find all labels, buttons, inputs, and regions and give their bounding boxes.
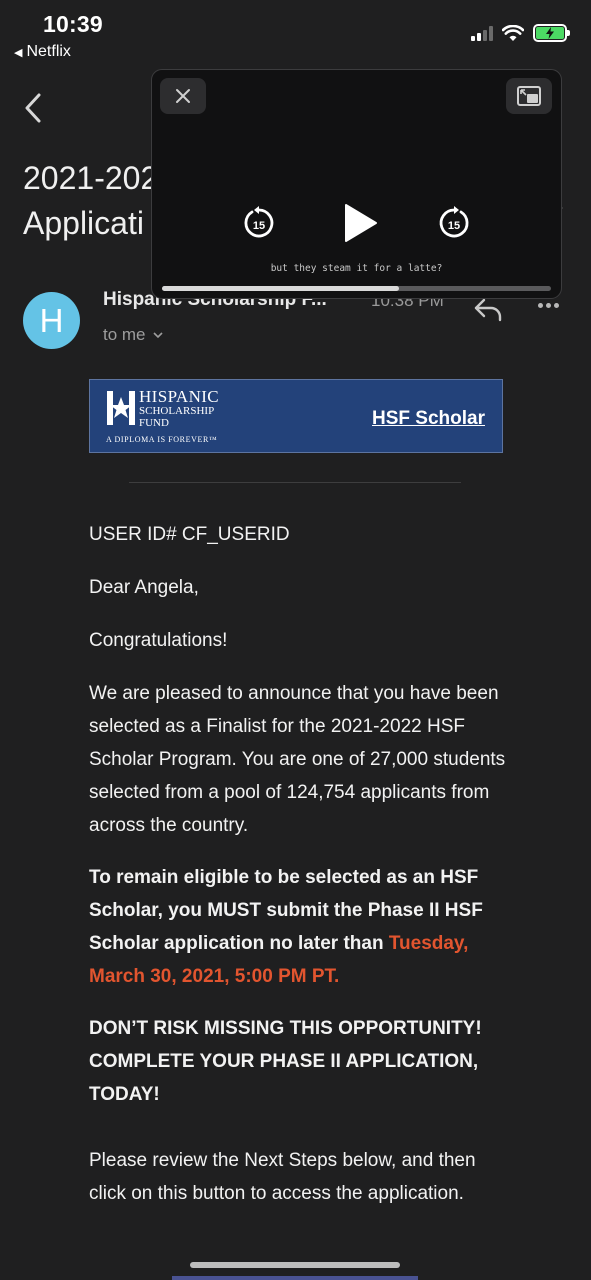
- user-id: USER ID# CF_USERID: [89, 524, 290, 545]
- playback-progress-fill: [162, 286, 400, 291]
- back-app-label: Netflix: [26, 43, 71, 60]
- subtitle-caption: but they steam it for a latte?: [270, 263, 443, 274]
- greeting: Dear Angela,: [89, 577, 199, 598]
- pip-video-player[interactable]: 15 15 but they steam it for a latte?: [151, 69, 562, 299]
- skip-back-label: 15: [253, 220, 265, 232]
- status-icons: [471, 24, 570, 42]
- subject-line-1: 2021-202: [23, 160, 153, 196]
- playback-progress-bar[interactable]: [162, 286, 551, 291]
- pip-restore-icon: [517, 86, 541, 106]
- congrats-text: Congratulations!: [89, 630, 228, 651]
- next-steps-paragraph: Please review the Next Steps below, and …: [89, 1150, 476, 1204]
- pip-expand-button[interactable]: [506, 78, 552, 114]
- skip-back-15-icon: 15: [244, 206, 274, 238]
- pip-close-button[interactable]: [160, 78, 206, 114]
- hsf-scholar-link[interactable]: HSF Scholar: [372, 408, 485, 430]
- status-time: 10:39: [43, 11, 103, 37]
- urgent-paragraph: DON’T RISK MISSING THIS OPPORTUNITY! COM…: [89, 1018, 482, 1105]
- play-icon: [345, 204, 377, 242]
- wifi-icon: [502, 24, 524, 41]
- hsf-banner[interactable]: HISPANIC SCHOLARSHIP FUND A DIPLOMA IS F…: [89, 379, 503, 453]
- org-line-3: FUND: [139, 417, 169, 429]
- recipient-label: to me: [103, 325, 146, 344]
- more-options-icon[interactable]: [538, 303, 559, 308]
- skip-forward-label: 15: [448, 220, 460, 232]
- announcement-paragraph: We are pleased to announce that you have…: [89, 683, 506, 836]
- close-icon: [176, 89, 190, 103]
- hsf-tagline: A DIPLOMA IS FOREVER™: [106, 435, 218, 444]
- bottom-accent-line: [172, 1276, 418, 1280]
- hsf-logo-icon: [107, 391, 135, 425]
- divider: [129, 482, 461, 483]
- back-triangle-icon: ◀: [14, 46, 23, 59]
- recipient-details[interactable]: to me: [103, 325, 163, 345]
- skip-back-button[interactable]: 15: [243, 206, 275, 240]
- skip-forward-button[interactable]: 15: [438, 206, 470, 240]
- email-subject: 2021-202 Applicati: [23, 156, 153, 246]
- battery-icon: [533, 24, 570, 42]
- cellular-signal-icon: [471, 25, 493, 41]
- hsf-wordmark: HISPANIC SCHOLARSHIP FUND: [139, 387, 220, 429]
- subject-line-2: Applicati: [23, 205, 144, 241]
- charging-bolt-icon: [546, 27, 554, 39]
- home-indicator[interactable]: [190, 1262, 400, 1268]
- back-to-app-link[interactable]: ◀ Netflix: [14, 43, 71, 61]
- reply-icon[interactable]: [473, 296, 503, 322]
- eligibility-paragraph: To remain eligible to be selected as an …: [89, 861, 509, 993]
- chevron-down-icon: [152, 331, 163, 338]
- org-line-1: HISPANIC: [139, 387, 220, 406]
- back-arrow-icon[interactable]: [22, 92, 46, 124]
- play-button[interactable]: [340, 203, 380, 243]
- sender-avatar: H: [23, 292, 80, 349]
- org-line-2: SCHOLARSHIP: [139, 405, 215, 417]
- skip-forward-15-icon: 15: [439, 206, 469, 238]
